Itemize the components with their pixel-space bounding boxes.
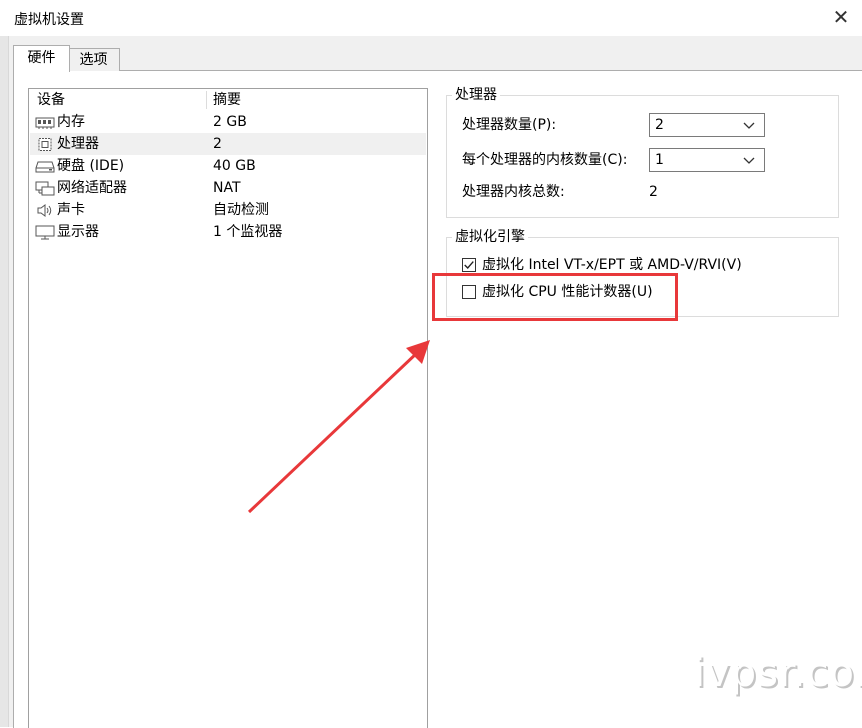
device-row-processor[interactable]: 处理器 2 bbox=[30, 133, 426, 155]
cpu-performance-counters-label[interactable]: 虚拟化 CPU 性能计数器(U) bbox=[482, 282, 653, 302]
tab-options-label: 选项 bbox=[79, 52, 108, 68]
cpu-performance-counters-checkbox[interactable] bbox=[462, 285, 476, 299]
column-separator[interactable] bbox=[206, 91, 207, 109]
hard-disk-icon bbox=[35, 161, 55, 173]
device-name: 网络适配器 bbox=[57, 180, 127, 196]
memory-icon bbox=[35, 117, 55, 129]
chevron-down-icon bbox=[743, 122, 755, 129]
device-name: 硬盘 (IDE) bbox=[57, 158, 125, 174]
close-icon: ✕ bbox=[832, 5, 850, 29]
processor-count-value: 2 bbox=[655, 117, 664, 133]
background-window-edge bbox=[0, 36, 9, 727]
column-header-device[interactable]: 设备 bbox=[37, 90, 65, 110]
sound-card-icon bbox=[37, 204, 52, 217]
device-name: 声卡 bbox=[57, 202, 85, 218]
display-icon bbox=[35, 225, 55, 240]
total-cores-label: 处理器内核总数: bbox=[462, 184, 565, 200]
tab-options[interactable]: 选项 bbox=[68, 48, 120, 71]
cores-per-processor-label: 每个处理器的内核数量(C): bbox=[462, 152, 628, 168]
processor-count-label: 处理器数量(P): bbox=[462, 117, 557, 133]
device-name: 显示器 bbox=[57, 224, 99, 240]
processor-icon bbox=[38, 138, 52, 151]
vtx-checkbox[interactable] bbox=[462, 258, 476, 272]
network-adapter-icon bbox=[35, 181, 55, 196]
device-summary: 40 GB bbox=[213, 158, 256, 174]
title-bar: 虚拟机设置 ✕ bbox=[0, 0, 862, 36]
virtualization-engine-group-title: 虚拟化引擎 bbox=[452, 228, 528, 246]
window-title: 虚拟机设置 bbox=[14, 12, 84, 28]
processor-group-title: 处理器 bbox=[452, 86, 500, 104]
device-summary: NAT bbox=[213, 180, 241, 196]
processor-count-select[interactable]: 2 bbox=[649, 113, 765, 137]
tab-hardware-label: 硬件 bbox=[27, 50, 56, 66]
vtx-label[interactable]: 虚拟化 Intel VT-x/EPT 或 AMD-V/RVI(V) bbox=[482, 255, 742, 275]
device-summary: 自动检测 bbox=[213, 202, 269, 218]
chevron-down-icon bbox=[743, 157, 755, 164]
device-name: 内存 bbox=[57, 114, 85, 130]
close-button[interactable]: ✕ bbox=[826, 2, 856, 32]
virtualization-engine-group bbox=[446, 237, 839, 317]
device-row-memory[interactable]: 内存 2 GB bbox=[30, 111, 426, 133]
device-summary: 2 GB bbox=[213, 114, 247, 130]
device-row-hard-disk[interactable]: 硬盘 (IDE) 40 GB bbox=[30, 155, 426, 177]
tab-hardware[interactable]: 硬件 bbox=[13, 45, 70, 72]
device-row-display[interactable]: 显示器 1 个监视器 bbox=[30, 221, 426, 243]
device-list[interactable]: 设备 摘要 内存 2 GB 处理器 2 硬盘 (IDE) 40 GB 网络适配器… bbox=[28, 88, 428, 728]
total-cores-value: 2 bbox=[649, 184, 658, 200]
device-summary: 1 个监视器 bbox=[213, 224, 283, 240]
checkmark-icon bbox=[464, 261, 474, 270]
cores-per-processor-value: 1 bbox=[655, 152, 664, 168]
device-row-sound-card[interactable]: 声卡 自动检测 bbox=[30, 199, 426, 221]
device-summary: 2 bbox=[213, 136, 222, 152]
cores-per-processor-select[interactable]: 1 bbox=[649, 148, 765, 172]
device-row-network-adapter[interactable]: 网络适配器 NAT bbox=[30, 177, 426, 199]
device-name: 处理器 bbox=[57, 136, 99, 152]
column-header-summary[interactable]: 摘要 bbox=[213, 90, 241, 110]
